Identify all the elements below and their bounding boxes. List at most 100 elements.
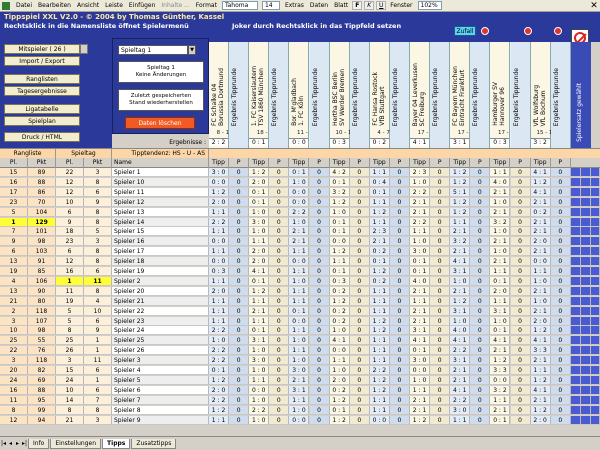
tip-cell[interactable]: 2 : 1 xyxy=(530,227,551,237)
player-name[interactable]: Spieler 16 xyxy=(112,237,209,247)
tip-cell[interactable]: 3 : 0 xyxy=(410,247,431,257)
tip-cell[interactable]: 0 : 2 xyxy=(329,286,350,296)
tip-cell[interactable]: 2 : 2 xyxy=(369,366,390,375)
tip-cell[interactable]: 1 : 0 xyxy=(289,177,310,187)
menu-datei[interactable]: Datei xyxy=(13,2,35,9)
tip-cell[interactable]: 2 : 1 xyxy=(450,366,471,375)
tip-cell[interactable]: 4 : 2 xyxy=(329,168,350,177)
match-column[interactable]: Ergebnis Tipprunde xyxy=(349,42,370,148)
tab-info[interactable]: Info xyxy=(28,438,50,449)
tip-cell[interactable]: 1 : 2 xyxy=(490,356,511,366)
tab-einstellungen[interactable]: Einstellungen xyxy=(50,438,102,449)
tip-cell[interactable]: 3 : 2 xyxy=(490,385,511,395)
tip-cell[interactable]: 2 : 1 xyxy=(530,197,551,207)
tip-cell[interactable]: 3 : 2 xyxy=(450,237,471,247)
tip-cell[interactable]: 1 : 2 xyxy=(450,296,471,306)
tip-cell[interactable]: 1 : 2 xyxy=(329,296,350,306)
tip-cell[interactable]: 0 : 0 xyxy=(289,316,310,326)
tip-cell[interactable]: 1 : 1 xyxy=(450,415,471,425)
tip-cell[interactable]: 3 : 2 xyxy=(329,187,350,197)
tip-cell[interactable]: 0 : 3 xyxy=(209,267,230,276)
tip-cell[interactable]: 1 : 1 xyxy=(289,267,310,276)
tip-cell[interactable]: 2 : 1 xyxy=(410,207,431,217)
match-column[interactable]: Bayer 04 LeverkusenSC Freiburg17 - 6 - 3… xyxy=(410,42,443,148)
tip-cell[interactable]: 3 : 1 xyxy=(289,385,310,395)
player-name[interactable]: Spieler 15 xyxy=(112,227,209,237)
player-name[interactable]: Spieler 13 xyxy=(112,207,209,217)
tip-cell[interactable]: 0 : 0 xyxy=(289,415,310,425)
tab-zusatztipps[interactable]: Zusatztipps xyxy=(131,438,177,449)
match-column[interactable]: FC Hansa RostockVfB Stuttgart4 - 7 - 150… xyxy=(369,42,402,148)
tip-cell[interactable]: 1 : 2 xyxy=(369,267,390,276)
tip-cell[interactable]: 5 : 1 xyxy=(450,187,471,197)
tip-cell[interactable]: 4 : 1 xyxy=(490,336,511,346)
tip-cell[interactable]: 1 : 2 xyxy=(249,286,270,296)
tip-cell[interactable]: 1 : 2 xyxy=(329,395,350,405)
tip-cell[interactable]: 1 : 2 xyxy=(530,177,551,187)
menu-daten[interactable]: Daten xyxy=(307,2,331,9)
tip-cell[interactable]: 2 : 1 xyxy=(410,286,431,296)
player-name[interactable]: Spieler 12 xyxy=(112,197,209,207)
tip-cell[interactable]: 0 : 1 xyxy=(490,276,511,286)
tip-cell[interactable]: 0 : 1 xyxy=(329,177,350,187)
tip-cell[interactable]: 1 : 0 xyxy=(289,217,310,227)
tip-cell[interactable]: 1 : 0 xyxy=(410,237,431,247)
menu-blatt[interactable]: Blatt xyxy=(331,2,351,9)
tip-cell[interactable]: 2 : 1 xyxy=(369,237,390,247)
match-result[interactable]: 0 : 2 xyxy=(369,138,389,146)
tip-cell[interactable]: 2 : 0 xyxy=(249,247,270,257)
first-sheet-icon[interactable]: |◂ xyxy=(0,440,7,447)
red-circle-icon[interactable] xyxy=(554,27,562,35)
tip-cell[interactable]: 0 : 0 xyxy=(209,257,230,267)
tip-cell[interactable]: 4 : 1 xyxy=(530,187,551,197)
tip-cell[interactable]: 1 : 1 xyxy=(410,385,431,395)
prev-sheet-icon[interactable]: ◂ xyxy=(7,440,14,447)
tip-cell[interactable]: 0 : 0 xyxy=(289,257,310,267)
tip-cell[interactable]: 2 : 2 xyxy=(450,346,471,356)
ranglisten-button[interactable]: Ranglisten xyxy=(4,74,80,84)
tip-cell[interactable]: 0 : 1 xyxy=(249,276,270,286)
menu-fenster[interactable]: Fenster xyxy=(387,2,415,9)
tip-cell[interactable]: 1 : 0 xyxy=(530,276,551,286)
tip-cell[interactable]: 1 : 0 xyxy=(289,356,310,366)
tip-cell[interactable]: 0 : 2 xyxy=(369,247,390,257)
tip-cell[interactable]: 1 : 2 xyxy=(369,207,390,217)
tip-cell[interactable]: 4 : 1 xyxy=(450,385,471,395)
tip-cell[interactable]: 2 : 0 xyxy=(490,286,511,296)
tip-cell[interactable]: 0 : 0 xyxy=(329,237,350,247)
tip-cell[interactable]: 0 : 0 xyxy=(329,346,350,356)
tab-tipps[interactable]: Tipps xyxy=(102,438,131,449)
zoom-select[interactable]: 102% xyxy=(417,1,442,10)
tip-cell[interactable]: 0 : 1 xyxy=(410,346,431,356)
player-name[interactable]: Spieler 19 xyxy=(112,267,209,276)
tip-cell[interactable]: 2 : 0 xyxy=(209,286,230,296)
tip-cell[interactable]: 2 : 1 xyxy=(530,395,551,405)
tip-cell[interactable]: 1 : 0 xyxy=(249,395,270,405)
tip-cell[interactable]: 1 : 1 xyxy=(209,316,230,326)
match-column[interactable]: Ergebnis Tipprunde xyxy=(510,42,531,148)
tip-cell[interactable]: 2 : 0 xyxy=(209,385,230,395)
tip-cell[interactable]: 4 : 1 xyxy=(410,336,431,346)
tip-cell[interactable]: 1 : 0 xyxy=(289,276,310,286)
player-name[interactable]: Spieler 4 xyxy=(112,366,209,375)
tip-cell[interactable]: 1 : 1 xyxy=(369,286,390,296)
tip-cell[interactable]: 0 : 0 xyxy=(369,415,390,425)
tip-cell[interactable]: 1 : 1 xyxy=(289,296,310,306)
player-name[interactable]: Spieler 24 xyxy=(112,326,209,336)
tip-cell[interactable]: 4 : 0 xyxy=(450,326,471,336)
tip-cell[interactable]: 1 : 1 xyxy=(369,296,390,306)
tip-cell[interactable]: 1 : 1 xyxy=(450,217,471,227)
tip-cell[interactable]: 2 : 1 xyxy=(530,306,551,316)
tip-cell[interactable]: 1 : 0 xyxy=(329,326,350,336)
tip-cell[interactable]: 1 : 0 xyxy=(530,296,551,306)
player-name[interactable]: Spieler 2 xyxy=(112,276,209,286)
player-name[interactable]: Spieler 22 xyxy=(112,306,209,316)
last-sheet-icon[interactable]: ▸| xyxy=(21,440,28,447)
tip-cell[interactable]: 2 : 1 xyxy=(289,237,310,247)
tip-cell[interactable]: 1 : 1 xyxy=(369,336,390,346)
tip-cell[interactable]: 3 : 1 xyxy=(410,326,431,336)
player-name[interactable]: Spieler 6 xyxy=(112,385,209,395)
tip-cell[interactable]: 2 : 1 xyxy=(410,306,431,316)
druck-html-button[interactable]: Druck / HTML xyxy=(4,132,80,142)
tip-cell[interactable]: 1 : 1 xyxy=(369,168,390,177)
